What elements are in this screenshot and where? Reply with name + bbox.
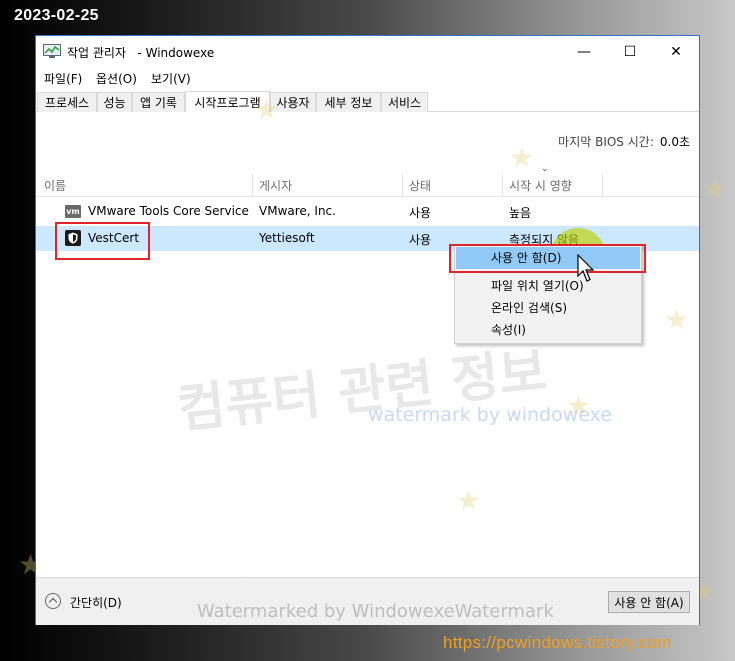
- context-menu-label: 파일 위치 열기(O): [491, 279, 584, 293]
- annotation-box-disable: [449, 244, 646, 273]
- row-impact: 높음: [509, 206, 532, 220]
- bios-time-label: 마지막 BIOS 시간:: [558, 135, 654, 149]
- tab-startup[interactable]: 시작프로그램: [185, 91, 270, 112]
- column-header-name[interactable]: 이름: [44, 176, 66, 196]
- window-title: 작업 관리자 - Windowexe: [67, 46, 215, 60]
- sort-indicator-icon: ⌄: [541, 164, 549, 174]
- header-separator: [36, 196, 699, 197]
- tab-app-history[interactable]: 앱 기록: [132, 92, 185, 112]
- context-menu-label: 온라인 검색(S): [491, 301, 567, 315]
- column-divider[interactable]: [602, 174, 603, 196]
- site-url: https://pcwindows.tistory.com: [443, 633, 672, 652]
- bios-time: 마지막 BIOS 시간: 0.0초: [558, 133, 690, 150]
- task-manager-icon: [43, 44, 61, 58]
- bios-time-value: 0.0초: [659, 135, 690, 149]
- row-status: 사용: [409, 206, 432, 220]
- menu-file[interactable]: 파일(F): [44, 70, 82, 87]
- date-stamp: 2023-02-25: [14, 7, 99, 24]
- fewer-details-link[interactable]: 간단히(D): [70, 594, 122, 611]
- menu-options[interactable]: 옵션(O): [96, 70, 137, 87]
- collapse-chevron-icon[interactable]: [45, 593, 61, 609]
- column-divider[interactable]: [402, 174, 403, 196]
- tab-processes[interactable]: 프로세스: [37, 92, 97, 112]
- tab-performance[interactable]: 성능: [97, 92, 132, 112]
- context-menu-label: 속성(I): [491, 323, 526, 337]
- column-header-status[interactable]: 상태: [409, 176, 431, 196]
- row-name: VMware Tools Core Service: [88, 204, 249, 218]
- column-divider[interactable]: [502, 174, 503, 196]
- vmware-icon: vm: [65, 205, 81, 218]
- row-publisher: Yettiesoft: [259, 231, 315, 245]
- context-menu-properties[interactable]: 속성(I): [456, 319, 640, 341]
- star-decoration: ★: [456, 484, 482, 517]
- column-header-publisher[interactable]: 게시자: [259, 176, 292, 196]
- menu-bar: 파일(F) 옵션(O) 보기(V): [36, 67, 699, 89]
- table-row[interactable]: vm VMware Tools Core Service VMware, Inc…: [36, 199, 699, 224]
- star-decoration: ★: [509, 141, 535, 174]
- minimize-button[interactable]: —: [561, 36, 607, 67]
- tab-details[interactable]: 세부 정보: [316, 92, 381, 112]
- tab-strip: 프로세스 성능 앱 기록 시작프로그램 사용자 세부 정보 서비스: [36, 90, 699, 112]
- column-divider[interactable]: [252, 174, 253, 196]
- star-decoration: ★: [702, 172, 728, 205]
- column-header-impact[interactable]: 시작 시 영향: [509, 176, 572, 196]
- close-button[interactable]: ✕: [653, 36, 699, 67]
- maximize-button[interactable]: ☐: [607, 36, 653, 67]
- footer-bar: 간단히(D) 사용 안 함(A): [36, 577, 699, 625]
- star-decoration: ★: [664, 303, 690, 336]
- tab-users[interactable]: 사용자: [270, 92, 316, 112]
- row-status: 사용: [409, 233, 432, 247]
- context-menu-open-file-location[interactable]: 파일 위치 열기(O): [456, 275, 640, 297]
- watermark-english: watermark by windowexe: [368, 404, 612, 426]
- watermark-korean: 컴퓨터 관련 정보: [174, 341, 550, 441]
- disable-button[interactable]: 사용 안 함(A): [608, 591, 690, 613]
- annotation-box-vestcert: [55, 222, 150, 260]
- tab-services[interactable]: 서비스: [381, 92, 428, 112]
- menu-view[interactable]: 보기(V): [151, 70, 191, 87]
- star-decoration: ★: [566, 389, 592, 422]
- title-bar: 작업 관리자 - Windowexe — ☐ ✕: [36, 36, 699, 67]
- context-menu-search-online[interactable]: 온라인 검색(S): [456, 297, 640, 319]
- row-publisher: VMware, Inc.: [259, 204, 336, 218]
